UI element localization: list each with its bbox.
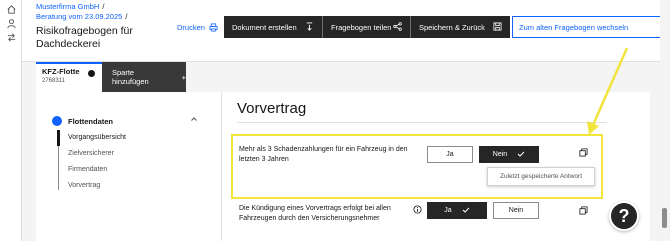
section-heading: Vorvertrag xyxy=(237,100,307,117)
product-tabs: KFZ-Flotte 2768311 Sparte hinzufügen + xyxy=(36,62,186,92)
tab-sublabel: 2768311 xyxy=(42,78,65,84)
nav-item-vorvertrag[interactable]: Vorvertrag xyxy=(68,182,100,189)
nav-section-label: Flottendaten xyxy=(68,116,113,126)
answer-no-button-selected[interactable]: Nein xyxy=(479,146,539,163)
create-document-label: Dokument erstellen xyxy=(232,22,297,32)
nav-item-firmendaten[interactable]: Firmendaten xyxy=(68,166,107,173)
heading-divider xyxy=(237,122,607,123)
tab-kfz-flotte[interactable]: KFZ-Flotte 2768311 xyxy=(36,62,102,92)
home-icon[interactable] xyxy=(5,4,17,16)
checkmark-icon xyxy=(517,150,525,160)
save-and-back-button[interactable]: Speichern & Zurück xyxy=(411,16,510,38)
add-line-label: Sparte hinzufügen xyxy=(112,68,149,86)
document-export-icon xyxy=(305,21,314,33)
scrollbar-thumb[interactable] xyxy=(662,208,667,228)
answer-no-button[interactable]: Nein xyxy=(493,202,539,219)
copy-answer-icon[interactable] xyxy=(579,206,588,217)
user-icon[interactable] xyxy=(5,18,17,30)
status-dot-icon xyxy=(88,70,95,77)
answer-yes-label: Ja xyxy=(444,207,452,214)
nav-item-vorgangsuebersicht[interactable]: Vorgangsübersicht xyxy=(68,134,126,141)
page-title: Risikofragebogen für Dachdeckerei xyxy=(36,25,133,50)
help-button[interactable]: ? xyxy=(609,201,639,231)
add-line-button[interactable]: Sparte hinzufügen + xyxy=(102,62,186,92)
chevron-up-icon[interactable] xyxy=(190,115,198,125)
answer-yes-label: Ja xyxy=(446,151,454,158)
nav-item-zielversicherer[interactable]: Zielversicherer xyxy=(68,150,114,157)
section-nav: Flottendaten Vorgangsübersicht Zielversi… xyxy=(36,92,211,241)
answer-no-label: Nein xyxy=(508,207,524,214)
share-icon xyxy=(393,21,402,33)
copy-answer-icon[interactable] xyxy=(579,148,588,159)
last-saved-answer-tooltip: Zuletzt gespeicherte Antwort xyxy=(487,167,595,186)
print-label: Drucken xyxy=(177,23,205,32)
left-rail xyxy=(0,0,22,241)
printer-icon xyxy=(209,23,218,32)
breadcrumb-item-company[interactable]: Musterfirma GmbH / xyxy=(36,2,104,11)
transfer-icon[interactable] xyxy=(5,32,17,44)
answer-yes-button-selected[interactable]: Ja xyxy=(427,202,487,219)
header: Musterfirma GmbH / Beratung vom 23.09.202… xyxy=(22,0,670,62)
answer-no-label: Nein xyxy=(492,151,508,158)
content-panel: Flottendaten Vorgangsübersicht Zielversi… xyxy=(36,92,650,241)
save-back-label: Speichern & Zurück xyxy=(419,22,485,32)
progress-circle-icon xyxy=(52,116,62,126)
nav-section-flottendaten[interactable]: Flottendaten xyxy=(52,116,113,126)
nav-active-indicator xyxy=(57,130,60,146)
share-label: Fragebogen teilen xyxy=(331,22,392,32)
question-text: Die Kündigung eines Vorvertrags erfolgt … xyxy=(239,205,391,222)
checkmark-icon xyxy=(462,206,470,216)
main-form: Vorvertrag Mehr als 3 Schadenzahlungen f… xyxy=(221,92,650,241)
scrollbar[interactable] xyxy=(660,0,670,241)
create-document-button[interactable]: Dokument erstellen xyxy=(224,16,322,38)
save-icon xyxy=(493,21,502,33)
breadcrumb-item-consultation[interactable]: Beratung vom 23.09.2025/ xyxy=(36,12,127,21)
share-questionnaire-button[interactable]: Fragebogen teilen xyxy=(323,16,410,38)
answer-yes-button[interactable]: Ja xyxy=(427,146,473,163)
question-text: Mehr als 3 Schadenzahlungen für ein Fahr… xyxy=(239,146,408,163)
switch-old-label: Zum alten Fragebogen wechseln xyxy=(519,22,629,32)
print-button[interactable]: Drucken xyxy=(177,23,218,32)
plus-icon: + xyxy=(181,72,186,82)
switch-old-questionnaire-button[interactable]: Zum alten Fragebogen wechseln xyxy=(512,16,670,38)
info-icon[interactable] xyxy=(413,205,422,216)
